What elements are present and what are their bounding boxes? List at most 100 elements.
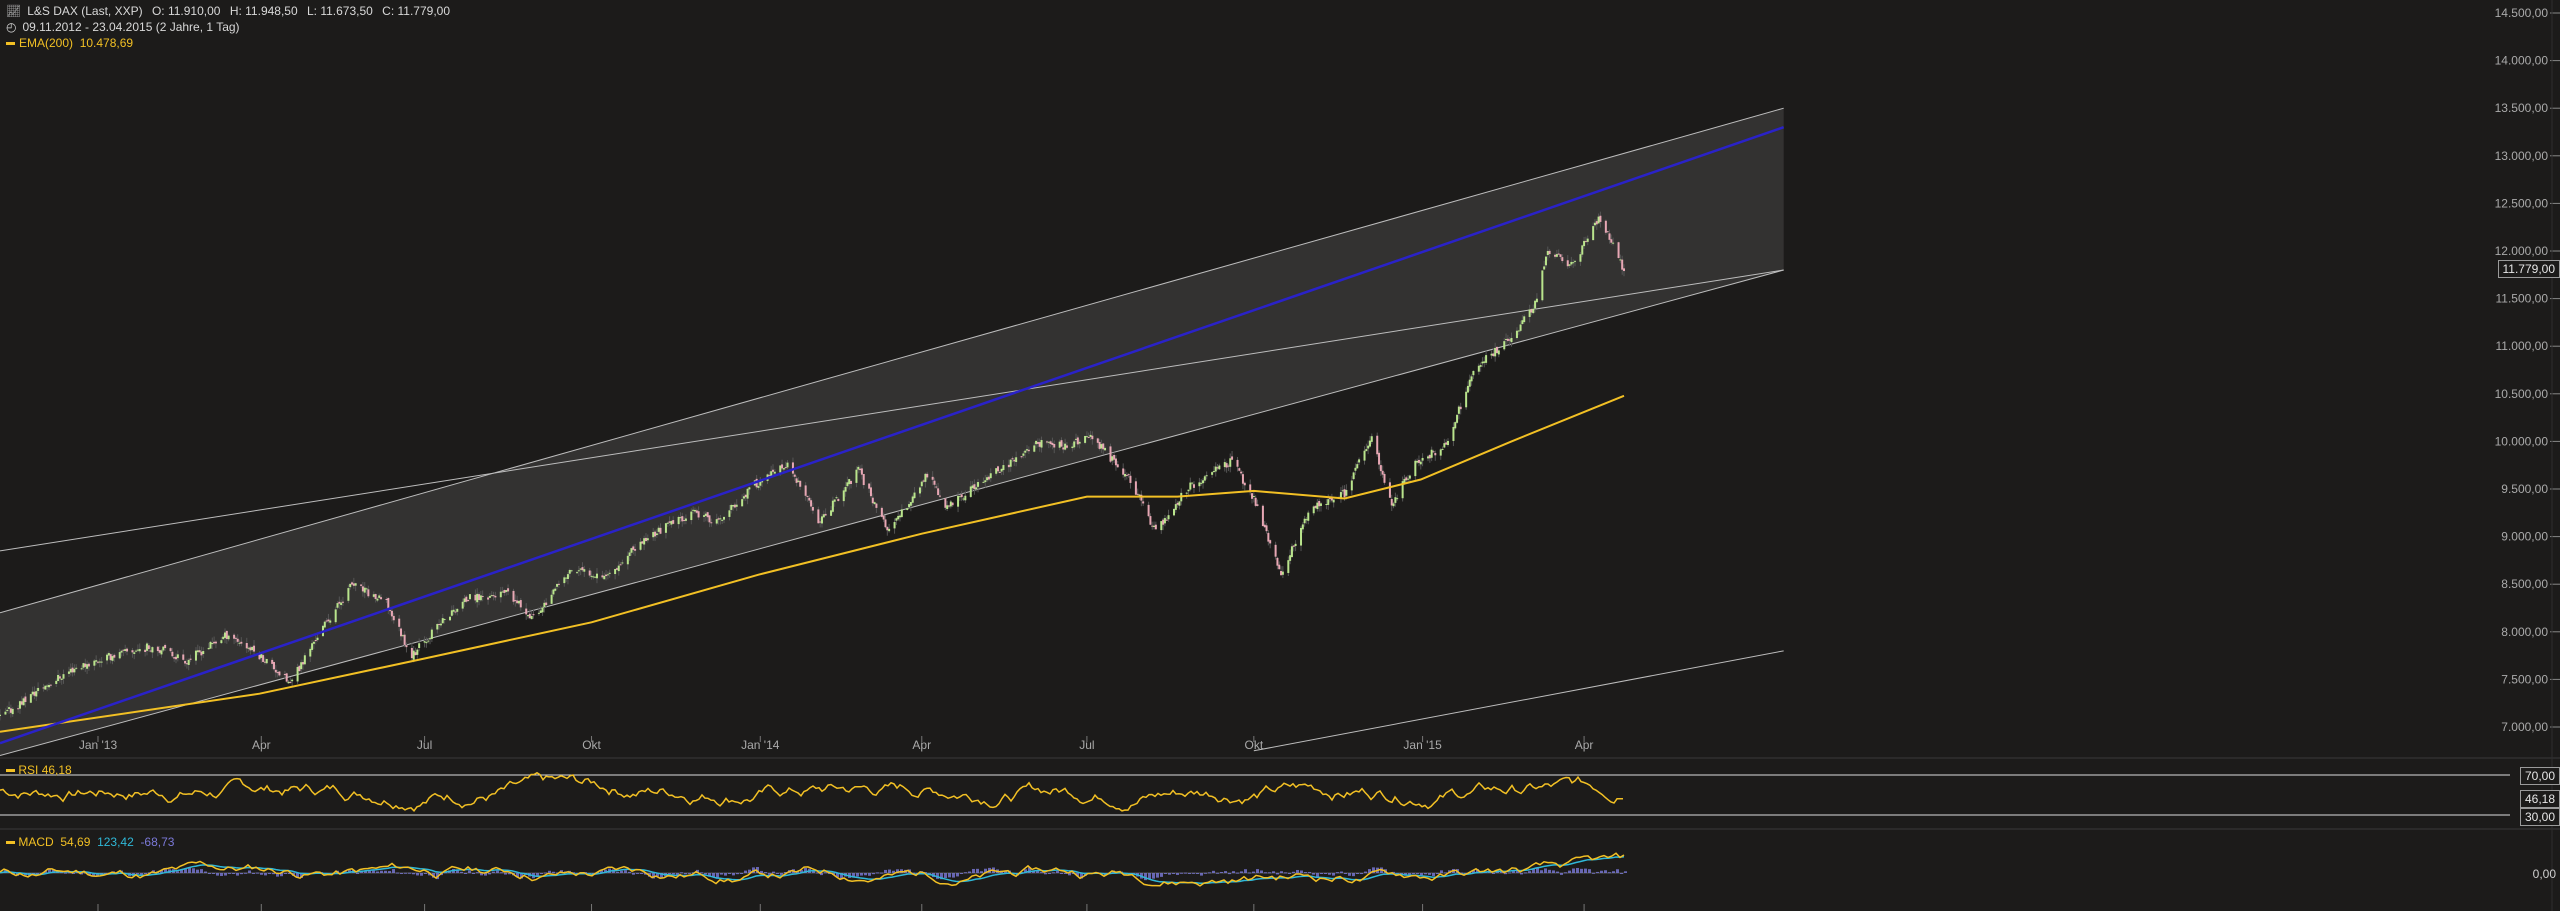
macd-histogram-bar: [1560, 873, 1563, 875]
candle-body: [468, 594, 471, 600]
candle-body: [1610, 239, 1613, 243]
candle-body: [1038, 442, 1041, 447]
candle-body: [276, 672, 279, 674]
macd-histogram-bar: [1268, 872, 1271, 874]
candle-body: [1223, 462, 1226, 468]
macd-histogram-bar: [672, 873, 675, 875]
candle-body: [539, 610, 542, 613]
candle-body: [971, 485, 974, 489]
ema-legend[interactable]: EMA(200) 10.478,69: [6, 36, 133, 51]
candle-body: [187, 659, 190, 665]
candle-body: [380, 597, 383, 600]
candle-body: [423, 641, 426, 643]
candle-body: [1053, 443, 1056, 448]
candle-body: [42, 687, 45, 689]
macd-histogram-bar: [616, 871, 619, 873]
candle-body: [1178, 501, 1181, 506]
candle-body: [1470, 376, 1473, 382]
candle-body: [109, 654, 112, 661]
candle-body: [566, 574, 569, 580]
macd-histogram-bar: [1408, 873, 1411, 875]
macd-histogram-bar: [392, 869, 395, 873]
candle-body: [1421, 457, 1424, 461]
candle-body: [389, 610, 392, 612]
macd-histogram-bar: [684, 873, 687, 875]
candle-body: [1218, 465, 1221, 470]
candle-body: [1160, 521, 1163, 531]
candle-body: [1568, 264, 1571, 266]
candle-body: [1300, 527, 1303, 546]
macd-histogram-bar: [628, 871, 631, 873]
candle-body: [33, 691, 36, 696]
candle-body: [133, 652, 136, 654]
rsi-value: 46,18: [41, 763, 72, 777]
candle-body: [1554, 254, 1557, 257]
candle-body: [1407, 478, 1410, 480]
candle-body: [1597, 216, 1600, 224]
candle-body: [793, 474, 796, 477]
macd-histogram-bar: [136, 873, 139, 874]
candle-body: [659, 527, 662, 534]
candle-body: [831, 500, 834, 512]
macd-histogram-bar: [968, 871, 971, 873]
macd-histogram-bar: [196, 869, 199, 873]
candle-body: [122, 649, 125, 651]
candle-body: [1205, 475, 1208, 477]
candle-body: [757, 486, 760, 488]
candle-body: [49, 684, 52, 686]
candle-body: [325, 620, 328, 622]
macd-histogram-bar: [1612, 871, 1615, 873]
candle-body: [278, 671, 281, 676]
candle-body: [886, 527, 889, 531]
candle-body: [1325, 503, 1328, 505]
candle-body: [781, 464, 784, 469]
candle-body: [1305, 519, 1308, 521]
candle-body: [773, 471, 776, 474]
candle-body: [494, 595, 497, 598]
candle-body: [262, 655, 265, 662]
macd-swatch: [6, 841, 15, 845]
rsi-legend[interactable]: RSI 46,18: [6, 763, 72, 777]
macd-histogram-bar: [856, 873, 859, 877]
macd-histogram-bar: [220, 873, 223, 877]
candle-body: [327, 619, 330, 622]
candle-body: [436, 624, 439, 630]
candle-body: [1599, 215, 1602, 222]
candle-body: [238, 642, 241, 644]
candle-body: [478, 594, 481, 601]
macd-histogram-bar: [1172, 873, 1175, 874]
macd-legend[interactable]: MACD 54,69 123,42 -68,73: [6, 835, 174, 849]
candle-body: [209, 641, 212, 649]
candle-body: [1058, 441, 1061, 448]
candle-body: [240, 641, 243, 644]
macd-histogram-bar: [876, 872, 879, 874]
candle-body: [833, 499, 836, 502]
candle-body: [1125, 474, 1128, 476]
candle-body: [944, 498, 947, 508]
macd-histogram-bar: [952, 873, 955, 878]
macd-histogram-bar: [1436, 873, 1439, 874]
candle-body: [96, 661, 99, 663]
candle-body: [175, 656, 178, 660]
candle-body: [189, 658, 192, 660]
signal-value: 123,42: [97, 835, 134, 849]
candle-body: [95, 660, 98, 662]
candle-body: [692, 509, 695, 511]
candle-body: [1570, 261, 1573, 265]
candle-body: [1586, 238, 1589, 242]
candle-body: [570, 570, 573, 572]
macd-histogram-bar: [260, 873, 263, 875]
candle-body: [1392, 503, 1395, 507]
candle-body: [58, 676, 61, 679]
macd-histogram-bar: [228, 872, 231, 874]
candle-body: [862, 474, 865, 486]
candle-body: [918, 487, 921, 494]
macd-histogram-bar: [544, 872, 547, 874]
candle-body: [735, 504, 738, 507]
chart-header: 📈︎ L&S DAX (Last, XXP) O: 11.910,00 H: 11…: [6, 4, 456, 19]
candle-body: [817, 509, 820, 524]
candle-body: [670, 521, 673, 525]
candle-body: [111, 656, 114, 661]
macd-histogram-bar: [1412, 873, 1415, 874]
candle-body: [592, 576, 595, 578]
